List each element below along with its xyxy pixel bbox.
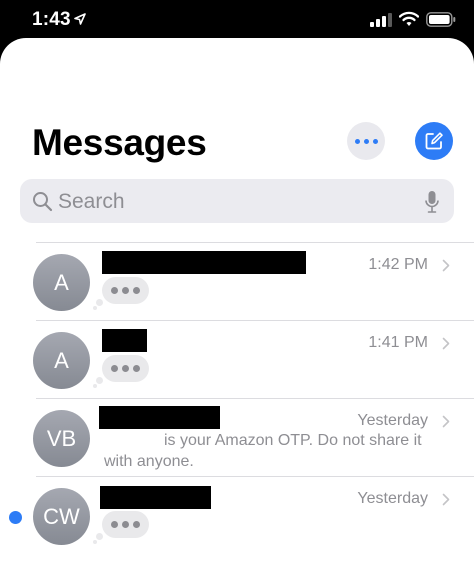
status-bar: 1:43	[0, 0, 474, 42]
row-divider	[36, 476, 474, 477]
redacted-contact-name	[100, 486, 211, 509]
message-time: Yesterday	[357, 412, 428, 429]
unread-indicator	[9, 511, 22, 524]
conversation-row[interactable]: CW Yesterday	[0, 476, 474, 554]
chevron-right-icon	[442, 259, 450, 272]
row-divider	[36, 320, 474, 321]
typing-indicator	[102, 277, 149, 304]
chevron-right-icon	[442, 337, 450, 350]
search-input[interactable]: Search	[58, 190, 125, 214]
message-time: Yesterday	[357, 490, 428, 507]
chevron-right-icon	[442, 493, 450, 506]
more-options-button[interactable]	[347, 122, 385, 160]
messages-sheet: Messages Search A 1:42 PM A 1:41 PM VB Y…	[0, 38, 474, 578]
message-preview: is your Amazon OTP. Do not share it with…	[104, 430, 434, 472]
typing-indicator	[102, 511, 149, 538]
compose-icon	[425, 132, 443, 150]
location-arrow-icon	[74, 13, 86, 25]
compose-button[interactable]	[415, 122, 453, 160]
battery-icon	[426, 12, 456, 27]
message-time: 1:41 PM	[368, 334, 428, 351]
conversation-row[interactable]: A 1:41 PM	[0, 320, 474, 398]
redacted-contact-name	[99, 406, 220, 429]
redacted-contact-name	[102, 251, 306, 274]
search-icon	[33, 192, 53, 212]
microphone-icon[interactable]	[425, 190, 439, 214]
wifi-icon	[399, 11, 419, 26]
message-preview-line: with anyone.	[104, 453, 194, 470]
redacted-contact-name	[102, 329, 147, 352]
page-title: Messages	[32, 122, 207, 163]
message-preview-line: is your Amazon OTP. Do not share it	[164, 432, 422, 449]
avatar: A	[33, 254, 90, 311]
search-bar[interactable]: Search	[20, 179, 454, 223]
ellipsis-icon	[354, 138, 360, 144]
cellular-signal-icon	[370, 13, 392, 27]
chevron-right-icon	[442, 415, 450, 428]
avatar: VB	[33, 410, 90, 467]
avatar: A	[33, 332, 90, 389]
ellipsis-icon	[372, 138, 378, 144]
conversation-row[interactable]: A 1:42 PM	[0, 242, 474, 320]
ellipsis-icon	[363, 138, 369, 144]
message-time: 1:42 PM	[368, 256, 428, 273]
typing-indicator	[102, 355, 149, 382]
status-time: 1:43	[32, 9, 71, 30]
row-divider	[36, 398, 474, 399]
row-divider	[36, 242, 474, 243]
conversation-row[interactable]: VB Yesterday is your Amazon OTP. Do not …	[0, 398, 474, 476]
avatar: CW	[33, 488, 90, 545]
